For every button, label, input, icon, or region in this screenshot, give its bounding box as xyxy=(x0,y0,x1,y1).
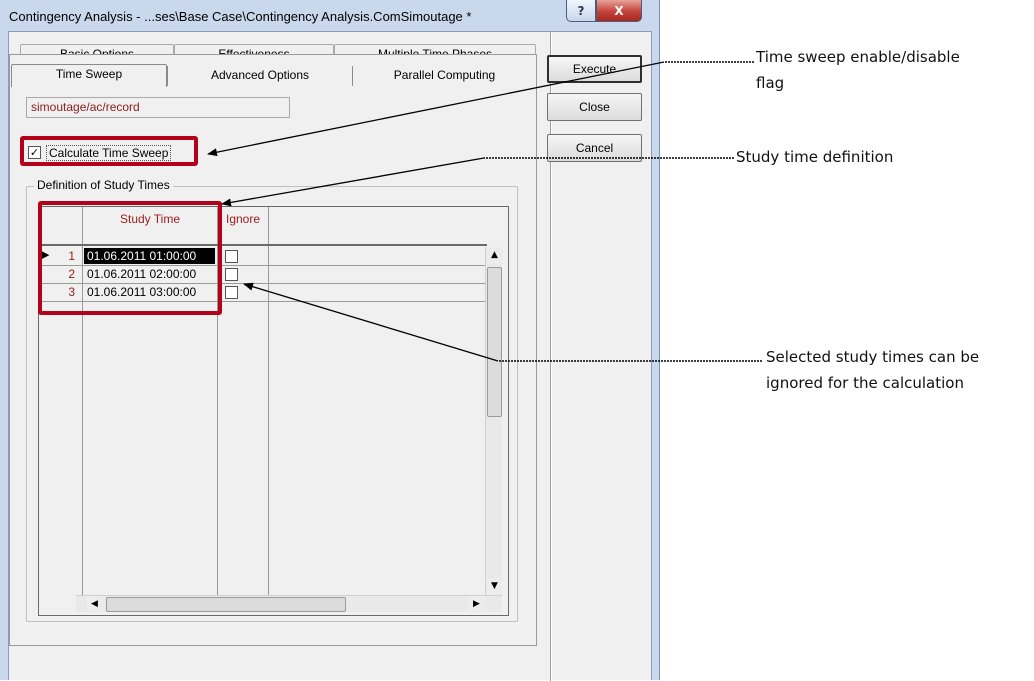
callout-arrow-line xyxy=(207,61,665,157)
callout-arrow-line xyxy=(221,157,485,207)
callout-arrow-line xyxy=(243,282,499,362)
callout-arrows xyxy=(207,61,762,362)
